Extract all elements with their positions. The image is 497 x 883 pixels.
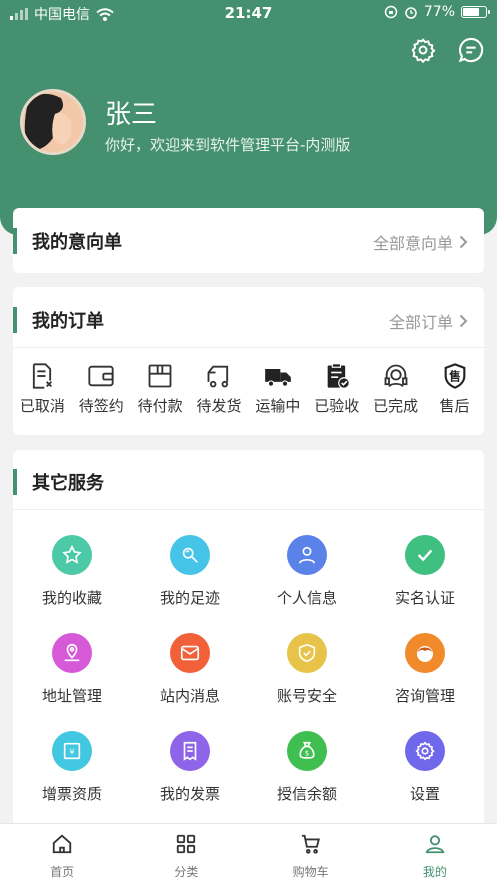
tab-cart[interactable]: 购物车	[249, 824, 373, 883]
tab-label: 我的	[422, 865, 447, 879]
service-label: 账号安全	[276, 687, 337, 705]
order-status-0[interactable]: 已取消	[13, 361, 72, 419]
order-status-label: 待签约	[78, 397, 124, 415]
order-status-2[interactable]: 待付款	[131, 361, 190, 419]
service-label: 地址管理	[41, 687, 102, 705]
welcome-text: 你好，欢迎来到软件管理平台-内测版	[105, 136, 351, 154]
location-icon	[52, 633, 92, 673]
headset-icon	[381, 361, 411, 391]
orders-title: 我的订单	[13, 306, 104, 334]
service-label: 我的发票	[159, 785, 220, 803]
svg-text:售: 售	[448, 370, 461, 384]
service-label: 实名认证	[394, 589, 455, 607]
service-label: 个人信息	[276, 589, 337, 607]
ticket-icon: ¥	[52, 731, 92, 771]
order-status-label: 待付款	[137, 397, 183, 415]
mail-icon	[170, 633, 210, 673]
service-item-7[interactable]: 咨询管理	[366, 633, 484, 706]
intent-title: 我的意向单	[13, 227, 122, 255]
order-status-label: 已验收	[314, 397, 360, 415]
tab-home[interactable]: 首页	[0, 824, 124, 883]
service-label: 授信余额	[276, 785, 337, 803]
svg-text:¥: ¥	[69, 747, 74, 757]
service-item-5[interactable]: 站内消息	[131, 633, 249, 706]
avatar[interactable]	[20, 89, 86, 155]
wallet-icon	[86, 361, 116, 391]
chevron-right-icon	[459, 235, 468, 249]
cart-icon	[299, 833, 323, 859]
tab-profile[interactable]: 我的	[373, 824, 497, 883]
cancelled-order-icon	[27, 361, 57, 391]
cart-truck-icon	[204, 361, 234, 391]
intent-card[interactable]: 我的意向单 全部意向单	[13, 208, 484, 273]
tab-label: 分类	[174, 865, 199, 879]
order-status-7[interactable]: 售售后	[425, 361, 484, 419]
tab-grid[interactable]: 分类	[124, 824, 248, 883]
service-label: 设置	[409, 785, 440, 803]
order-status-label: 运输中	[255, 397, 301, 415]
box-icon	[145, 361, 175, 391]
truck-icon	[263, 361, 293, 391]
service-item-8[interactable]: ¥ 增票资质	[13, 731, 131, 804]
message-icon[interactable]	[457, 36, 485, 64]
battery-icon	[461, 6, 490, 18]
service-item-0[interactable]: 我的收藏	[13, 535, 131, 608]
user-name: 张三	[105, 100, 158, 130]
service-item-9[interactable]: 我的发票	[131, 731, 249, 804]
profile-icon	[424, 833, 446, 859]
bottom-tab-bar: 首页 分类 购物车 我的	[0, 823, 497, 883]
battery-percent: 77%	[423, 4, 455, 20]
all-orders-link[interactable]: 全部订单	[389, 309, 468, 333]
clipboard-check-icon	[322, 361, 352, 391]
service-label: 站内消息	[159, 687, 220, 705]
settings-gear-icon[interactable]	[409, 36, 437, 64]
invoice-icon	[170, 731, 210, 771]
shield-sale-icon: 售	[440, 361, 470, 391]
svg-text:$: $	[305, 749, 310, 758]
service-item-3[interactable]: 实名认证	[366, 535, 484, 608]
service-item-11[interactable]: 设置	[366, 731, 484, 804]
order-status-label: 已取消	[19, 397, 65, 415]
service-label: 我的收藏	[41, 589, 102, 607]
service-item-1[interactable]: 我的足迹	[131, 535, 249, 608]
check-icon	[405, 535, 445, 575]
service-item-6[interactable]: 账号安全	[248, 633, 366, 706]
star-icon	[52, 535, 92, 575]
tab-label: 购物车	[292, 865, 329, 879]
all-intents-link[interactable]: 全部意向单	[373, 230, 468, 254]
order-status-label: 待发货	[196, 397, 242, 415]
service-item-10[interactable]: $ 授信余额	[248, 731, 366, 804]
order-status-label: 售后	[439, 397, 470, 415]
alarm-icon	[405, 7, 417, 19]
service-item-2[interactable]: 个人信息	[248, 535, 366, 608]
tab-label: 首页	[50, 865, 75, 879]
home-icon	[51, 833, 73, 859]
orders-card: 我的订单 全部订单 已取消 待签约 待付款 待发货 运输中 已验收 已完成售售后	[13, 287, 484, 435]
order-status-6[interactable]: 已完成	[366, 361, 425, 419]
order-status-label: 已完成	[373, 397, 419, 415]
service-label: 我的足迹	[159, 589, 220, 607]
order-status-4[interactable]: 运输中	[249, 361, 308, 419]
service-label: 增票资质	[41, 785, 102, 803]
service-label: 咨询管理	[394, 687, 455, 705]
settings-icon	[405, 731, 445, 771]
service-item-4[interactable]: 地址管理	[13, 633, 131, 706]
person-icon	[287, 535, 327, 575]
services-card: 其它服务 我的收藏 我的足迹 个人信息 实名认证地址管理 站内消息 账号安全 咨询管理 ¥ 增票…	[13, 450, 484, 823]
shield-icon	[287, 633, 327, 673]
footprint-icon	[170, 535, 210, 575]
services-title: 其它服务	[13, 468, 104, 496]
order-status-5[interactable]: 已验收	[307, 361, 366, 419]
chevron-right-icon	[459, 314, 468, 328]
grid-icon	[175, 833, 197, 859]
order-status-3[interactable]: 待发货	[190, 361, 249, 419]
consult-icon	[405, 633, 445, 673]
order-status-1[interactable]: 待签约	[72, 361, 131, 419]
money-bag-icon: $	[287, 731, 327, 771]
rotation-lock-icon	[384, 5, 398, 19]
status-bar: 中国电信 21:47 77%	[0, 0, 497, 26]
